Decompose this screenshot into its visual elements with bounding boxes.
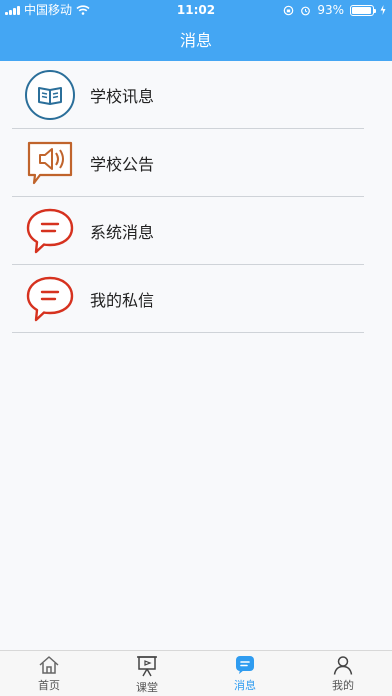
list-item-system-message[interactable]: 系统消息 — [12, 197, 364, 265]
book-icon — [24, 69, 76, 121]
tab-label: 课堂 — [136, 681, 158, 694]
orientation-lock-icon — [284, 5, 294, 15]
status-right: 93% — [283, 0, 386, 20]
list-item-private-message[interactable]: 我的私信 — [12, 265, 364, 333]
list-item-label: 学校公告 — [90, 154, 155, 174]
tab-home[interactable]: 首页 — [0, 651, 98, 696]
list-item-school-news[interactable]: 学校讯息 — [12, 61, 364, 129]
battery-fill — [352, 6, 371, 14]
page-title: 消息 — [179, 31, 212, 50]
status-bar: 中国移动 11:02 93% — [0, 0, 392, 20]
tab-classroom[interactable]: 课堂 — [98, 651, 196, 696]
tab-mine[interactable]: 我的 — [294, 651, 392, 696]
message-category-list: 学校讯息 学校公告 系统消息 我的私信 — [0, 61, 392, 333]
list-item-label: 我的私信 — [90, 290, 155, 310]
presentation-board-icon — [137, 656, 157, 677]
chat-bubble-icon — [24, 205, 76, 257]
home-icon — [39, 656, 59, 674]
header: 中国移动 11:02 93% 消息 — [0, 0, 392, 61]
tab-label: 消息 — [234, 679, 256, 692]
tab-label: 我的 — [332, 679, 354, 692]
message-icon — [236, 656, 254, 674]
tab-label: 首页 — [38, 679, 60, 692]
person-icon — [333, 656, 353, 675]
battery-percent: 93% — [317, 3, 344, 17]
chat-bubble-icon — [24, 273, 76, 325]
list-item-label: 系统消息 — [90, 222, 155, 242]
charging-icon — [380, 5, 386, 15]
tab-messages[interactable]: 消息 — [196, 651, 294, 696]
list-item-school-announcement[interactable]: 学校公告 — [12, 129, 364, 197]
list-item-label: 学校讯息 — [90, 86, 155, 106]
screen: 中国移动 11:02 93% 消息 学校讯息 学校公告 系统消息 我的私信 首页… — [0, 0, 392, 696]
battery-icon — [350, 4, 376, 16]
tab-bar: 首页 课堂 消息 我的 — [0, 650, 392, 696]
alarm-icon — [301, 6, 311, 15]
speaker-icon — [24, 137, 76, 189]
